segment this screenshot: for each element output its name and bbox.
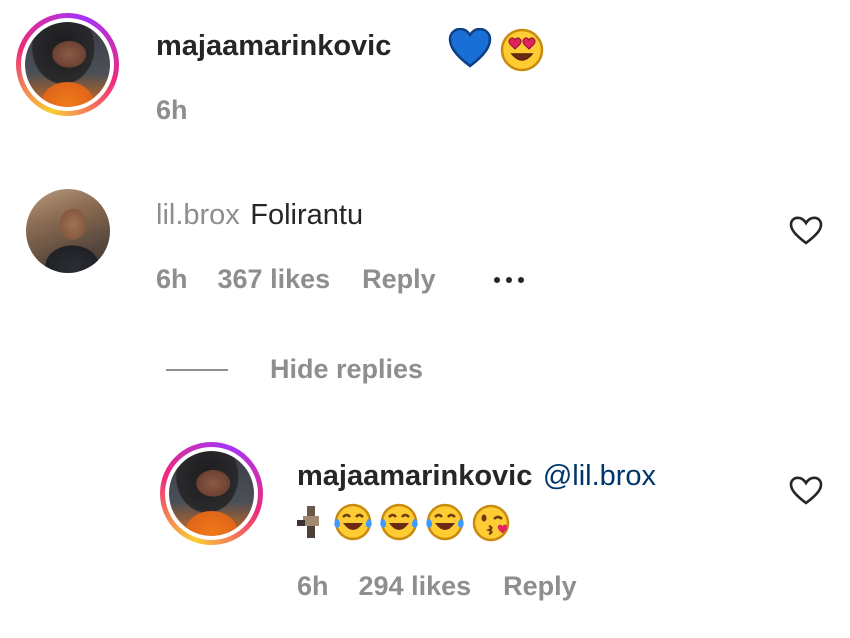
comment-username[interactable]: lil.brox	[156, 199, 240, 231]
comment-text: Folirantu	[250, 199, 364, 231]
tears-of-joy-icon	[426, 503, 464, 541]
comment-timestamp[interactable]: 6h	[297, 571, 329, 602]
reply-button[interactable]: Reply	[503, 571, 577, 602]
comment-username[interactable]: majaamarinkovic	[297, 460, 532, 492]
like-count[interactable]: 294 likes	[359, 571, 472, 602]
blue-heart-icon	[448, 27, 492, 73]
hide-replies-button[interactable]: Hide replies	[166, 354, 423, 385]
reply-button[interactable]: Reply	[362, 264, 436, 295]
divider-line	[166, 368, 228, 371]
avatar-majaamarinkovic[interactable]	[160, 442, 263, 545]
avatar-lil-brox[interactable]	[26, 189, 110, 273]
reply-emoji-row	[297, 502, 513, 542]
comment-timestamp[interactable]: 6h	[156, 95, 188, 126]
mention-link[interactable]: @lil.brox	[543, 460, 656, 492]
tears-of-joy-icon	[334, 503, 372, 541]
comment-timestamp[interactable]: 6h	[156, 264, 188, 295]
pixelated-emoji-icon	[297, 506, 327, 538]
avatar-majaamarinkovic[interactable]	[16, 13, 119, 116]
more-options-icon[interactable]	[493, 276, 524, 283]
heart-outline-icon[interactable]	[789, 476, 823, 511]
face-blowing-kiss-icon	[472, 504, 510, 542]
tears-of-joy-icon	[380, 503, 418, 541]
comment-username[interactable]: majaamarinkovic	[156, 30, 391, 63]
heart-outline-icon[interactable]	[789, 216, 823, 251]
like-count[interactable]: 367 likes	[218, 264, 331, 295]
heart-eyes-emoji-icon	[500, 28, 544, 77]
